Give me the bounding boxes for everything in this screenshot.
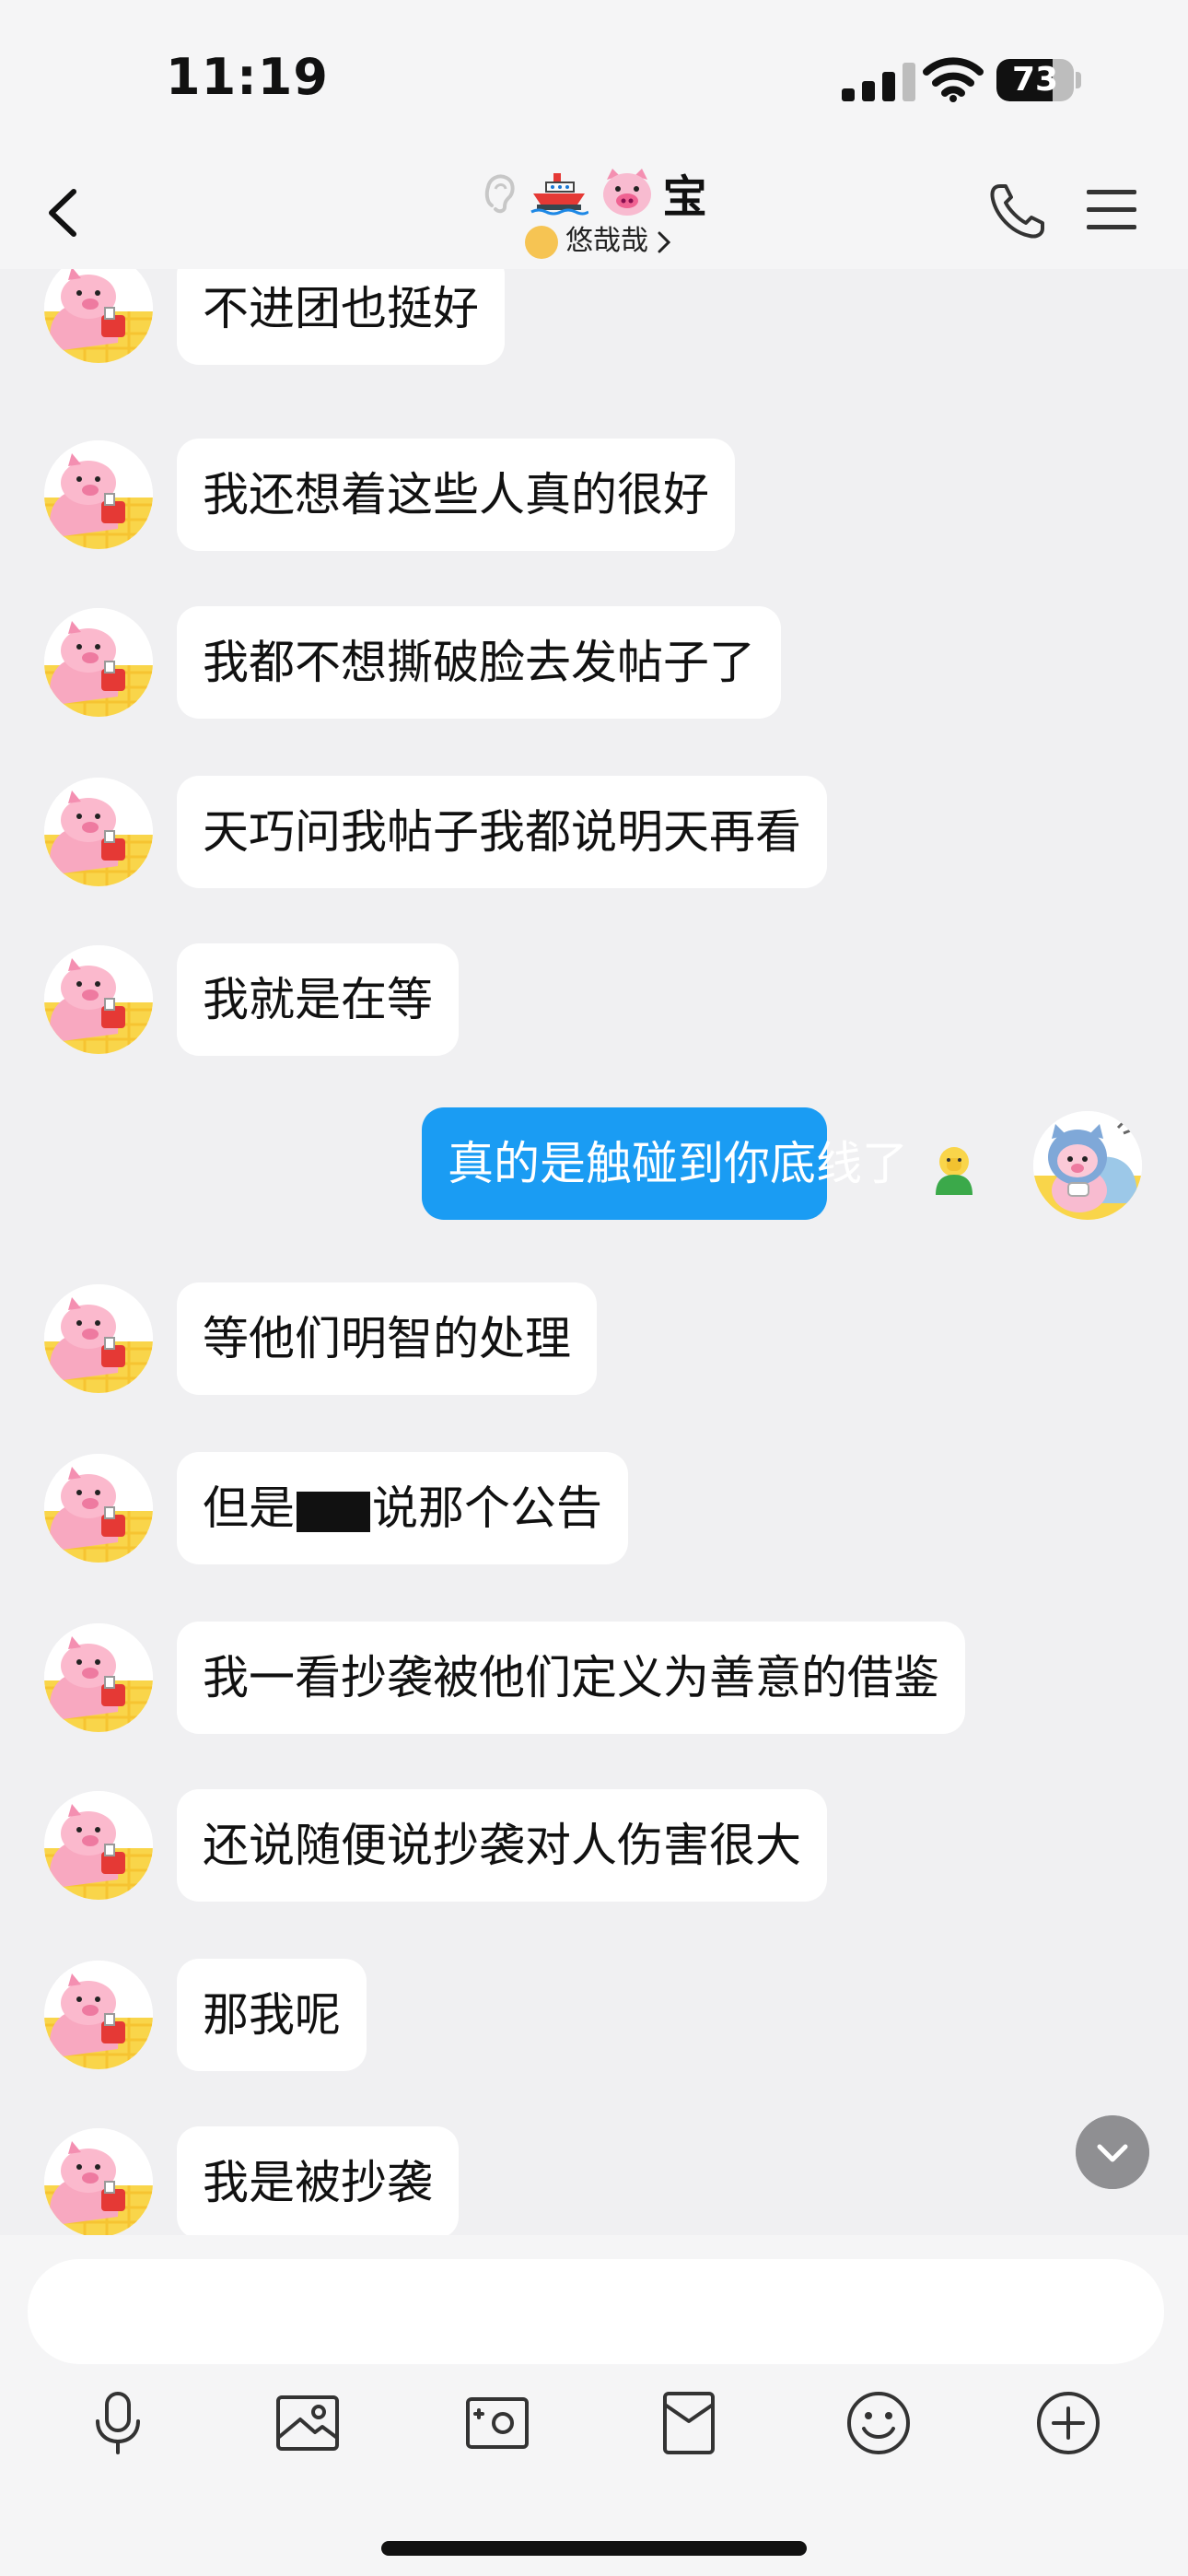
message-text: 但是 — [203, 1481, 295, 1535]
contact-avatar[interactable] — [44, 2128, 153, 2235]
contact-avatar[interactable] — [44, 269, 153, 363]
message-text: 说那个公告 — [372, 1481, 602, 1535]
input-bar — [0, 2235, 1188, 2576]
message-input[interactable] — [28, 2259, 1164, 2364]
redaction-block — [297, 1491, 370, 1532]
contact-avatar[interactable] — [44, 1791, 153, 1900]
back-arrow-icon[interactable] — [37, 181, 92, 245]
ear-icon — [485, 174, 515, 214]
scroll-to-bottom-icon[interactable] — [1076, 2115, 1149, 2189]
message-bubble[interactable]: 我一看抄袭被他们定义为善意的借鉴 — [177, 1622, 965, 1734]
message-bubble[interactable]: 等他们明智的处理 — [177, 1282, 597, 1395]
message-text: 真的是触碰到你底线了 — [448, 1137, 908, 1190]
subtitle-text: 悠哉哉 — [565, 225, 648, 257]
red-packet-icon[interactable] — [652, 2386, 726, 2460]
message-bubble[interactable]: 我还想着这些人真的很好 — [177, 439, 735, 551]
image-icon[interactable] — [271, 2386, 344, 2460]
battery-cap — [1076, 72, 1081, 88]
cellular-signal-icon — [842, 63, 921, 101]
plus-icon[interactable] — [1031, 2386, 1105, 2460]
pig-face-icon — [602, 169, 651, 216]
ship-icon — [530, 173, 589, 216]
camera-icon[interactable] — [460, 2386, 534, 2460]
contact-avatar[interactable] — [44, 1454, 153, 1563]
facepalm-emoji — [935, 1146, 973, 1195]
phone-call-icon[interactable] — [985, 179, 1050, 243]
message-bubble[interactable]: 天巧问我帖子我都说明天再看 — [177, 776, 827, 888]
contact-avatar[interactable] — [44, 1284, 153, 1393]
contact-avatar[interactable] — [44, 945, 153, 1054]
home-indicator[interactable] — [381, 2541, 807, 2556]
microphone-icon[interactable] — [81, 2386, 155, 2460]
my-message-bubble[interactable]: 真的是触碰到你底线了 — [422, 1107, 973, 1220]
battery-indicator: 73 — [996, 59, 1074, 101]
contact-avatar[interactable] — [44, 1961, 153, 2069]
message-bubble[interactable]: 不进团也挺好 — [177, 269, 505, 365]
subtitle-avatar — [525, 225, 558, 259]
status-bar: 11:19 73 — [0, 0, 1188, 157]
message-bubble[interactable]: 我是被抄袭 — [177, 2126, 459, 2235]
message-bubble[interactable]: 那我呢 — [177, 1959, 367, 2071]
my-avatar[interactable] — [1033, 1111, 1142, 1220]
message-bubble[interactable]: 我就是在等 — [177, 943, 459, 1056]
message-bubble[interactable]: 还说随便说抄袭对人伤害很大 — [177, 1789, 827, 1902]
chat-area[interactable]: 不进团也挺好 我还想着这些人真的很好 我都不想撕破脸去发帖子了 天巧问我帖子我都… — [0, 269, 1188, 2235]
battery-level: 73 — [1011, 61, 1059, 99]
chat-subtitle[interactable]: 悠哉哉 — [497, 217, 700, 259]
chat-title[interactable]: 宝 — [405, 160, 783, 225]
contact-avatar[interactable] — [44, 1623, 153, 1732]
wifi-icon — [923, 57, 984, 102]
status-time: 11:19 — [166, 48, 329, 106]
chat-title-text: 宝 — [662, 171, 707, 223]
contact-avatar[interactable] — [44, 608, 153, 717]
message-bubble[interactable]: 我都不想撕破脸去发帖子了 — [177, 606, 781, 719]
menu-icon[interactable] — [1085, 184, 1138, 236]
emoji-icon[interactable] — [842, 2386, 915, 2460]
chat-header: 宝 悠哉哉 — [0, 157, 1188, 269]
chevron-right-icon — [658, 231, 671, 252]
contact-avatar[interactable] — [44, 778, 153, 886]
message-bubble[interactable]: 但是 说那个公告 — [177, 1452, 628, 1564]
contact-avatar[interactable] — [44, 440, 153, 549]
